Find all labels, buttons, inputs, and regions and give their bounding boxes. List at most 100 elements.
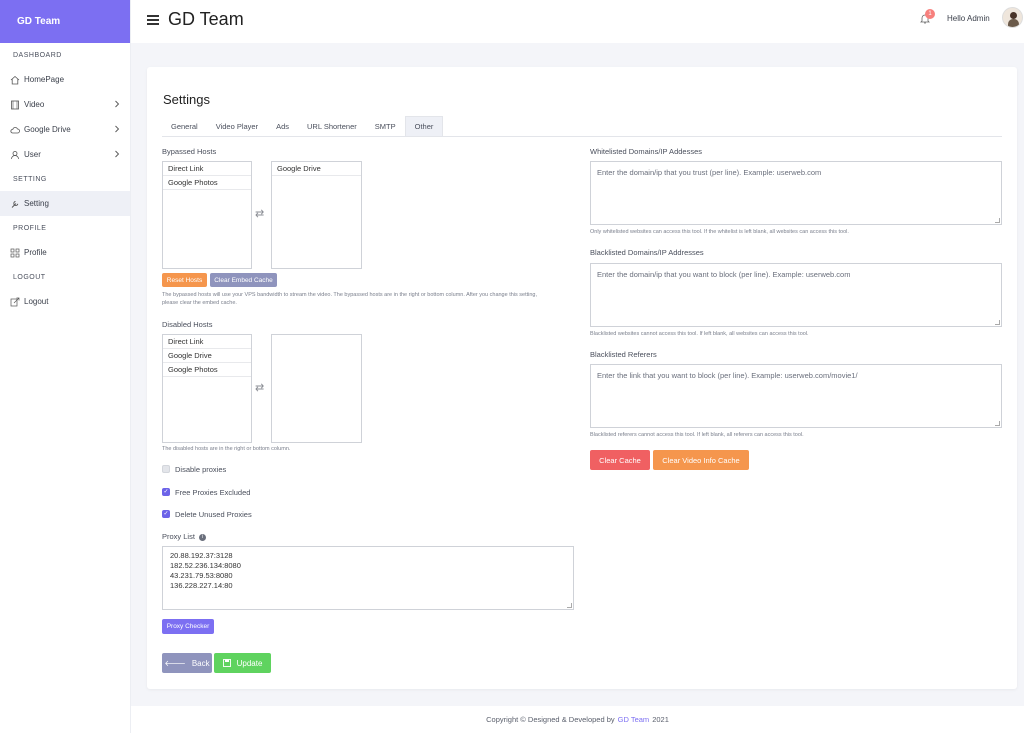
bypassed-hosts-help: The bypassed hosts will use your VPS ban… — [162, 291, 582, 307]
sidebar-item-label: Google Drive — [24, 125, 71, 134]
disabled-hosts-label: Disabled Hosts — [162, 320, 213, 329]
brand-logo[interactable]: GD Team — [0, 0, 130, 43]
footer-year: 2021 — [652, 715, 669, 724]
resize-handle[interactable] — [995, 320, 1000, 325]
sidebar-section-profile: PROFILE — [13, 224, 47, 232]
resize-handle[interactable] — [995, 421, 1000, 426]
footer-link[interactable]: GD Team — [618, 715, 650, 724]
proxy-list-textarea[interactable]: 20.88.192.37:3128 182.52.236.134:8080 43… — [162, 546, 574, 610]
free-proxies-excluded-checkbox[interactable]: ✓ — [162, 488, 170, 496]
referers-textarea[interactable]: Enter the link that you want to block (p… — [590, 364, 1002, 428]
checkbox-label: Free Proxies Excluded — [175, 488, 251, 497]
bypassed-hosts-selected-list[interactable]: Google Drive — [271, 161, 362, 269]
clear-cache-button[interactable]: Clear Cache — [590, 450, 650, 470]
sidebar-item-label: HomePage — [24, 75, 65, 84]
resize-handle[interactable] — [567, 603, 572, 608]
sidebar-item-video[interactable]: Video — [0, 92, 130, 117]
resize-handle[interactable] — [995, 218, 1000, 223]
whitelist-textarea[interactable]: Enter the domain/ip that you trust (per … — [590, 161, 1002, 225]
blacklist-help: Blacklisted websites cannot access this … — [590, 331, 809, 337]
back-label: Back — [191, 658, 210, 668]
footer: Copyright © Designed & Developed by GD T… — [131, 706, 1024, 733]
clear-video-info-cache-button[interactable]: Clear Video Info Cache — [653, 450, 749, 470]
list-item[interactable]: Direct Link — [163, 335, 251, 349]
proxy-list-label: Proxy List i — [162, 532, 206, 541]
sidebar-item-label: Video — [24, 100, 45, 109]
bypassed-hosts-available-list[interactable]: Direct Link Google Photos — [162, 161, 252, 269]
blacklist-label: Blacklisted Domains/IP Addresses — [590, 248, 704, 257]
list-item[interactable]: Google Photos — [163, 363, 251, 377]
wrench-icon — [11, 200, 19, 208]
sidebar-item-user[interactable]: User — [0, 142, 130, 167]
film-icon — [11, 100, 19, 109]
update-label: Update — [236, 658, 263, 668]
sidebar-item-label: Logout — [24, 297, 49, 306]
blacklist-placeholder: Enter the domain/ip that you want to blo… — [597, 270, 851, 279]
referers-label: Blacklisted Referers — [590, 350, 657, 359]
notification-badge: 1 — [925, 9, 935, 19]
home-icon — [10, 75, 20, 84]
help-line: The bypassed hosts will use your VPS ban… — [162, 292, 538, 298]
proxy-line: 43.231.79.53:8080 — [170, 571, 233, 580]
arrow-left-icon: 🡐 — [164, 659, 186, 668]
tab-other[interactable]: Other — [404, 116, 444, 136]
delete-unused-proxies-checkbox[interactable]: ✓ — [162, 510, 170, 518]
proxy-line: 136.228.227.14:80 — [170, 581, 233, 590]
proxy-checker-button[interactable]: Proxy Checker — [162, 619, 214, 634]
list-item[interactable]: Direct Link — [163, 162, 251, 176]
whitelist-help: Only whitelisted websites can access thi… — [590, 229, 849, 235]
sidebar-item-homepage[interactable]: HomePage — [0, 67, 130, 92]
blacklist-textarea[interactable]: Enter the domain/ip that you want to blo… — [590, 263, 1002, 327]
list-item[interactable]: Google Drive — [272, 162, 361, 176]
sidebar-item-setting[interactable]: Setting — [0, 191, 130, 216]
chevron-right-icon — [115, 100, 120, 108]
user-greeting[interactable]: Hello Admin — [947, 14, 990, 23]
whitelist-placeholder: Enter the domain/ip that you trust (per … — [597, 168, 822, 177]
sidebar-item-label: User — [24, 150, 41, 159]
checkbox-label: Disable proxies — [175, 465, 227, 474]
page-title: Settings — [163, 92, 210, 107]
sidebar-item-profile[interactable]: Profile — [0, 240, 130, 265]
sidebar-item-label: Setting — [24, 199, 49, 208]
sidebar-item-logout[interactable]: Logout — [0, 289, 130, 314]
reset-hosts-button[interactable]: Reset Hosts — [162, 273, 207, 287]
sidebar-item-google-drive[interactable]: Google Drive — [0, 117, 130, 142]
sidebar: GD Team DASHBOARD HomePage Video Google … — [0, 0, 131, 733]
page-header-title: GD Team — [168, 9, 244, 29]
help-line: please clear the embed cache. — [162, 300, 237, 306]
back-button[interactable]: 🡐 Back — [162, 653, 212, 673]
list-item[interactable]: Google Photos — [163, 176, 251, 190]
info-icon[interactable]: i — [198, 533, 206, 541]
swap-icon[interactable]: ⇄ — [255, 381, 264, 394]
topbar: GD Team 1 Hello Admin — [131, 0, 1024, 43]
settings-card: Settings General Video Player Ads URL Sh… — [147, 67, 1017, 689]
tab-video-player[interactable]: Video Player — [207, 116, 267, 136]
tab-url-shortener[interactable]: URL Shortener — [298, 116, 366, 136]
list-item[interactable]: Google Drive — [163, 349, 251, 363]
avatar[interactable] — [1002, 7, 1023, 28]
tab-ads[interactable]: Ads — [267, 116, 298, 136]
cloud-icon — [10, 126, 20, 133]
save-icon — [222, 659, 231, 667]
sidebar-section-logout: LOGOUT — [13, 273, 46, 281]
bypassed-hosts-label: Bypassed Hosts — [162, 147, 217, 156]
logout-icon — [10, 297, 20, 306]
tab-smtp[interactable]: SMTP — [366, 116, 405, 136]
swap-icon[interactable]: ⇄ — [255, 207, 264, 220]
proxy-list-label-text: Proxy List — [162, 532, 195, 541]
clear-embed-cache-button[interactable]: Clear Embed Cache — [210, 273, 277, 287]
referers-help: Blacklisted referers cannot access this … — [590, 432, 804, 438]
chevron-right-icon — [115, 125, 120, 133]
referers-placeholder: Enter the link that you want to block (p… — [597, 371, 858, 380]
update-button[interactable]: Update — [214, 653, 271, 673]
disabled-hosts-selected-list[interactable] — [271, 334, 362, 443]
chevron-right-icon — [115, 150, 120, 158]
tab-general[interactable]: General — [162, 116, 207, 136]
menu-icon[interactable] — [147, 15, 159, 25]
disable-proxies-checkbox[interactable] — [162, 465, 170, 473]
disabled-hosts-available-list[interactable]: Direct Link Google Drive Google Photos — [162, 334, 252, 443]
checkbox-label: Delete Unused Proxies — [175, 510, 252, 519]
proxy-line: 20.88.192.37:3128 — [170, 551, 233, 560]
grid-icon — [10, 248, 20, 257]
sidebar-section-dashboard: DASHBOARD — [13, 51, 62, 59]
